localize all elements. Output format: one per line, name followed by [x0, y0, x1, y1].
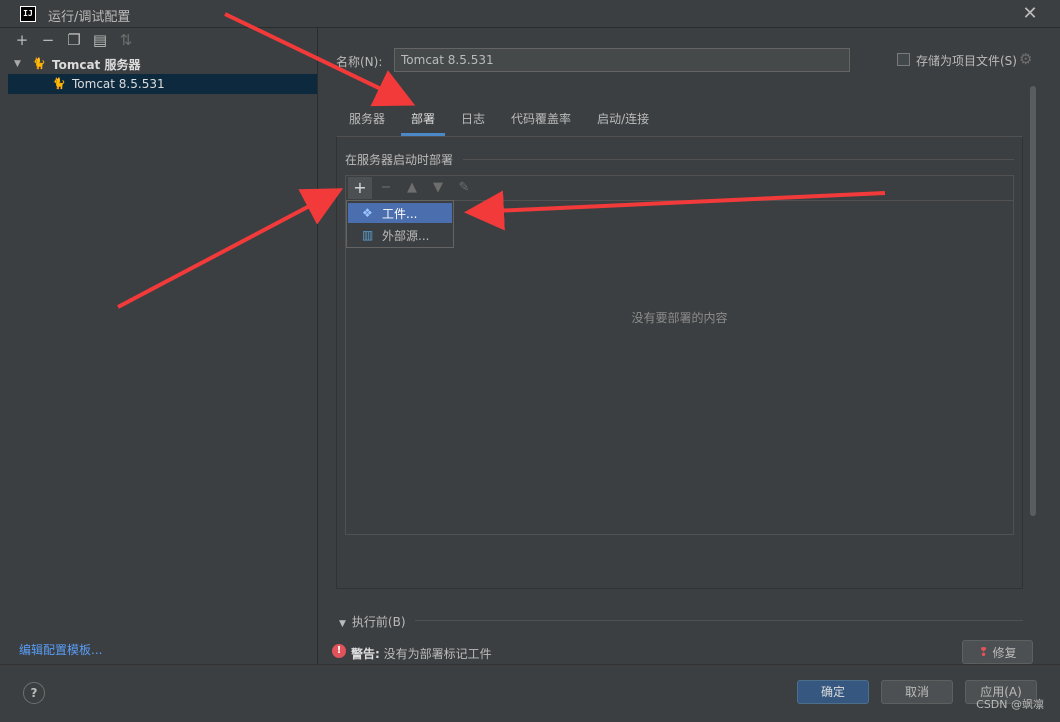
config-tree: ▼ 🐈 Tomcat 服务器 🐈 Tomcat 8.5.531 — [8, 54, 317, 94]
move-up-icon[interactable]: ▲ — [400, 177, 424, 199]
add-icon[interactable]: + — [14, 32, 30, 48]
gear-icon[interactable]: ⚙ — [1019, 50, 1032, 68]
copy-icon[interactable]: ❐ — [66, 32, 82, 48]
empty-deploy-text: 没有要部署的内容 — [631, 311, 728, 325]
intellij-logo-icon: IJ — [20, 6, 36, 22]
tomcat-icon: 🐈 — [32, 57, 46, 70]
popup-item-label: 工件... — [382, 206, 418, 221]
name-input[interactable] — [394, 48, 850, 72]
tomcat-icon: 🐈 — [52, 77, 66, 90]
tree-toolbar: + − ❐ ▤ ⇅ — [8, 28, 317, 52]
ok-button[interactable]: 确定 — [797, 680, 869, 704]
folder-icon[interactable]: ▤ — [92, 32, 108, 48]
popup-item-artifact[interactable]: ❖ 工件... — [348, 203, 452, 223]
config-tree-pane: + − ❐ ▤ ⇅ ▼ 🐈 Tomcat 服务器 🐈 Tomcat 8.5.53… — [8, 28, 318, 664]
popup-item-external-source[interactable]: ▥ 外部源... — [348, 225, 452, 245]
tree-group-label: Tomcat 服务器 — [52, 57, 141, 72]
tab-code-coverage[interactable]: 代码覆盖率 — [501, 104, 581, 136]
before-run-label: 执行前(B) — [351, 615, 406, 629]
move-down-icon[interactable]: ▼ — [426, 177, 450, 199]
close-icon[interactable]: ✕ — [1022, 4, 1038, 24]
store-as-project-file-label: 存储为项目文件(S) — [916, 54, 1017, 68]
warning-text: 没有为部署标记工件 — [383, 647, 492, 661]
remove-icon[interactable]: − — [40, 32, 56, 48]
tree-group-tomcat[interactable]: ▼ 🐈 Tomcat 服务器 — [8, 54, 317, 74]
title-bar: IJ 运行/调试配置 ✕ — [0, 0, 1060, 28]
deploy-list[interactable]: + − ▲ ▼ ✎ 没有要部署的内容 ❖ 工件... ▥ 外部源... — [345, 175, 1014, 535]
tree-item-tomcat-config[interactable]: 🐈 Tomcat 8.5.531 — [8, 74, 317, 94]
warning-message: 警告: 没有为部署标记工件 — [351, 645, 492, 662]
warning-prefix: 警告: — [351, 647, 380, 661]
tree-item-label: Tomcat 8.5.531 — [72, 77, 165, 91]
tab-deployment[interactable]: 部署 — [401, 104, 446, 136]
tab-startup-connection[interactable]: 启动/连接 — [587, 104, 659, 136]
tab-server[interactable]: 服务器 — [339, 104, 395, 136]
before-run-toggle[interactable]: ▼ 执行前(B) — [339, 613, 406, 630]
watermark: CSDN @飒凛 — [976, 698, 1044, 711]
archive-icon: ▥ — [362, 228, 374, 242]
add-deploy-popup: ❖ 工件... ▥ 外部源... — [346, 200, 454, 248]
section-divider — [463, 159, 1014, 160]
lightbulb-error-icon: ❢ — [978, 645, 989, 659]
sort-icon[interactable]: ⇅ — [118, 32, 134, 48]
window-title: 运行/调试配置 — [48, 10, 131, 25]
chevron-down-icon: ▼ — [339, 619, 346, 629]
dialog-footer: ? 确定 取消 应用(A) CSDN @飒凛 — [0, 664, 1060, 722]
help-button[interactable]: ? — [23, 682, 45, 704]
add-icon[interactable]: + — [348, 177, 372, 199]
deployment-panel: 在服务器启动时部署 + − ▲ ▼ ✎ 没有要部署的内容 ❖ 工件... ▥ 外… — [336, 136, 1023, 589]
popup-item-label: 外部源... — [382, 228, 430, 243]
chevron-down-icon[interactable]: ▼ — [14, 59, 28, 69]
fix-label: 修复 — [992, 645, 1017, 660]
store-as-project-file-checkbox[interactable] — [897, 53, 910, 66]
tab-logs[interactable]: 日志 — [451, 104, 495, 136]
warning-icon: ! — [332, 644, 346, 658]
before-run-divider — [415, 620, 1023, 621]
remove-icon[interactable]: − — [374, 177, 398, 199]
name-label: 名称(N): — [336, 55, 383, 69]
tab-bar: 服务器 部署 日志 代码覆盖率 启动/连接 — [339, 104, 665, 136]
edit-icon[interactable]: ✎ — [452, 177, 476, 199]
deploy-toolbar: + − ▲ ▼ ✎ — [346, 176, 1013, 201]
edit-templates-link[interactable]: 编辑配置模板... — [19, 641, 102, 658]
config-editor: 名称(N): 存储为项目文件(S) ⚙ 服务器 部署 日志 代码覆盖率 启动/连… — [319, 28, 1060, 664]
cancel-button[interactable]: 取消 — [881, 680, 953, 704]
fix-button[interactable]: ❢ 修复 — [962, 640, 1033, 664]
scrollbar[interactable] — [1030, 86, 1036, 516]
deploy-section-title: 在服务器启动时部署 — [345, 153, 454, 167]
artifact-icon: ❖ — [362, 206, 373, 220]
